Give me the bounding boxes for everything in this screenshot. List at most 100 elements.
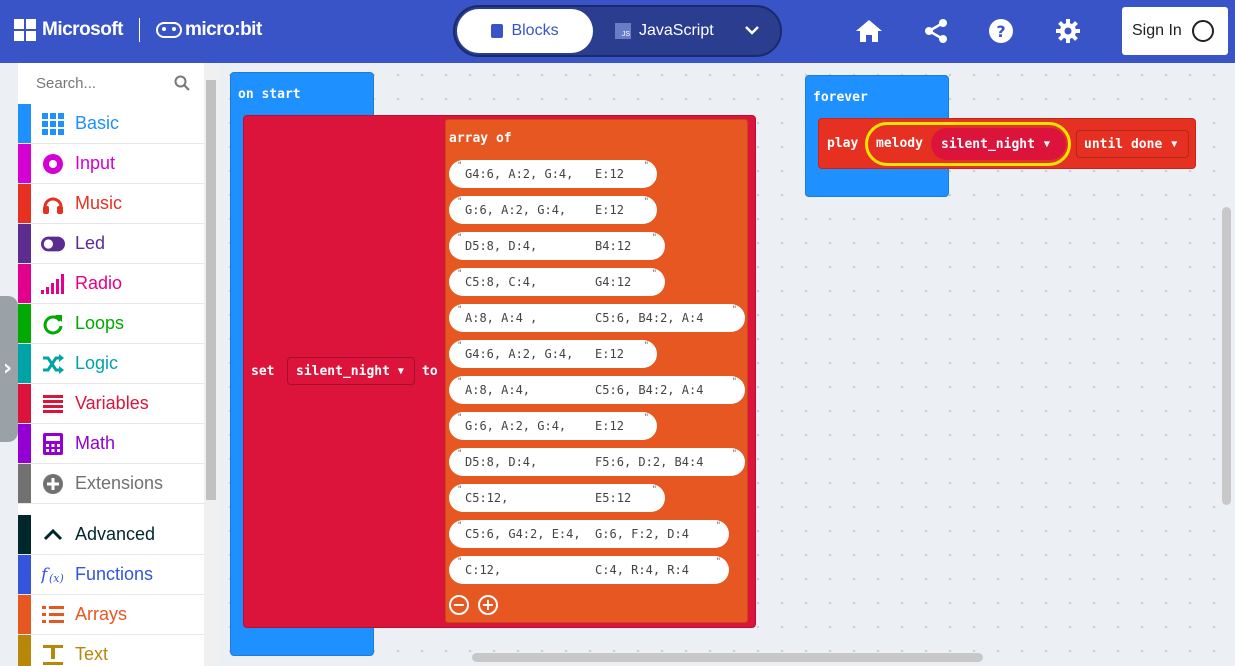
category-label: Arrays bbox=[75, 604, 128, 624]
string-input[interactable]: D5:8, D:4, F5:6, D:2, B4:4 bbox=[449, 448, 745, 476]
category-label: Radio bbox=[75, 273, 123, 293]
sign-in-button[interactable]: Sign In bbox=[1122, 7, 1228, 55]
chevron-down-icon[interactable] bbox=[745, 23, 759, 39]
share-icon[interactable] bbox=[921, 16, 951, 46]
toolbox: Search... Basic Input Music Led Radio Lo… bbox=[18, 63, 204, 666]
category-label: Extensions bbox=[75, 473, 164, 493]
category-label: Logic bbox=[75, 353, 119, 373]
set-label: set bbox=[251, 364, 275, 379]
category-math[interactable]: Math bbox=[18, 424, 204, 464]
category-label: Advanced bbox=[75, 524, 156, 544]
string-input[interactable]: A:8, A:4 , C5:6, B4:2, A:4 bbox=[449, 304, 745, 332]
numbered-list-icon bbox=[41, 603, 65, 627]
string-input[interactable]: G4:6, A:2, G:4, E:12 bbox=[449, 340, 657, 368]
add-item-plus-icon[interactable]: + bbox=[478, 595, 498, 615]
melody-label: melody bbox=[876, 136, 923, 151]
string-input[interactable]: C:12, C:4, R:4, R:4 bbox=[449, 556, 729, 584]
category-color-bar bbox=[18, 144, 31, 183]
dropdown-caret-icon: ▼ bbox=[1171, 138, 1178, 150]
category-logic[interactable]: Logic bbox=[18, 344, 204, 384]
category-radio[interactable]: Radio bbox=[18, 264, 204, 304]
chevron-right-icon[interactable]: › bbox=[3, 356, 12, 381]
category-loops[interactable]: Loops bbox=[18, 304, 204, 344]
string-input[interactable]: G:6, A:2, G:4, E:12 bbox=[449, 196, 657, 224]
variable-name: silent_night bbox=[296, 363, 390, 379]
category-label: Math bbox=[75, 433, 116, 453]
category-advanced[interactable]: Advanced bbox=[18, 515, 204, 555]
settings-gear-icon[interactable] bbox=[1053, 16, 1083, 46]
function-icon: f (x) bbox=[41, 563, 65, 587]
category-variables[interactable]: Variables bbox=[18, 384, 204, 424]
category-color-bar bbox=[18, 184, 31, 223]
category-color-bar bbox=[18, 304, 31, 343]
puzzle-icon bbox=[491, 24, 504, 38]
blocks-tab-label: Blocks bbox=[511, 22, 559, 39]
category-color-bar bbox=[18, 635, 31, 666]
javascript-tab[interactable]: JS JavaScript bbox=[615, 9, 714, 53]
category-label: Music bbox=[75, 193, 123, 213]
melody-value: silent_night bbox=[941, 136, 1035, 152]
microbit-logo: micro:bit bbox=[156, 19, 262, 41]
category-color-bar bbox=[18, 424, 31, 463]
category-color-bar bbox=[18, 104, 31, 143]
calculator-icon bbox=[41, 432, 65, 456]
plus-circle-icon bbox=[41, 472, 65, 496]
category-extensions[interactable]: Extensions bbox=[18, 464, 204, 504]
search-input[interactable]: Search... bbox=[18, 63, 204, 103]
category-label: Functions bbox=[75, 564, 154, 584]
microsoft-logo-icon bbox=[14, 19, 36, 41]
category-color-bar bbox=[18, 264, 31, 303]
sign-in-label: Sign In bbox=[1132, 22, 1182, 39]
svg-text:(x): (x) bbox=[49, 572, 64, 585]
string-input[interactable]: G4:6, A:2, G:4, E:12 bbox=[449, 160, 657, 188]
microbit-icon bbox=[156, 22, 182, 38]
string-input[interactable]: C5:6, G4:2, E:4, G:6, F:2, D:4 bbox=[449, 520, 729, 548]
string-input[interactable]: G:6, A:2, G:4, E:12 bbox=[449, 412, 657, 440]
chevron-up-icon bbox=[41, 523, 65, 547]
category-label: Variables bbox=[75, 393, 149, 413]
category-color-bar bbox=[18, 515, 31, 554]
toggle-icon bbox=[41, 232, 65, 256]
category-color-bar bbox=[18, 344, 31, 383]
workspace-horizontal-scrollbar[interactable] bbox=[472, 653, 983, 662]
svg-text:?: ? bbox=[996, 22, 1005, 41]
category-label: Text bbox=[75, 644, 109, 664]
play-mode-dropdown[interactable]: until done ▼ bbox=[1076, 130, 1189, 158]
string-input[interactable]: A:8, A:4, C5:6, B4:2, A:4 bbox=[449, 376, 745, 404]
category-color-bar bbox=[18, 224, 31, 263]
grid-icon bbox=[41, 112, 65, 136]
divider bbox=[139, 18, 140, 42]
string-input[interactable]: C5:12, E5:12 bbox=[449, 484, 665, 512]
product-name: micro:bit bbox=[185, 19, 262, 40]
brand[interactable]: Microsoft micro:bit bbox=[14, 18, 262, 42]
string-input[interactable]: D5:8, D:4, B4:12 bbox=[449, 232, 665, 260]
category-input[interactable]: Input bbox=[18, 144, 204, 184]
category-led[interactable]: Led bbox=[18, 224, 204, 264]
remove-item-minus-icon[interactable]: − bbox=[449, 595, 469, 615]
headphones-icon bbox=[41, 192, 65, 216]
string-input[interactable]: C5:8, C:4, G4:12 bbox=[449, 268, 665, 296]
category-music[interactable]: Music bbox=[18, 184, 204, 224]
signal-bars-icon bbox=[41, 272, 65, 296]
shuffle-icon bbox=[41, 352, 65, 376]
category-text[interactable]: Text bbox=[18, 635, 204, 666]
help-icon[interactable]: ? bbox=[986, 16, 1016, 46]
list-lines-icon bbox=[41, 392, 65, 416]
variable-dropdown[interactable]: silent_night ▼ bbox=[287, 357, 415, 385]
user-add-icon bbox=[1191, 20, 1214, 42]
category-basic[interactable]: Basic bbox=[18, 104, 204, 144]
workspace-vertical-scrollbar[interactable] bbox=[1222, 207, 1231, 505]
on-start-label: on start bbox=[238, 87, 301, 102]
category-arrays[interactable]: Arrays bbox=[18, 595, 204, 635]
blocks-tab[interactable]: Blocks bbox=[457, 9, 593, 53]
home-icon[interactable] bbox=[854, 16, 884, 46]
search-icon[interactable] bbox=[174, 75, 190, 95]
play-mode-value: until done bbox=[1084, 136, 1163, 152]
dropdown-caret-icon: ▼ bbox=[1043, 138, 1050, 150]
category-functions[interactable]: f (x) Functions bbox=[18, 555, 204, 595]
toolbox-scroll-thumb[interactable] bbox=[206, 80, 216, 500]
play-label: play bbox=[827, 136, 859, 151]
brand-name: Microsoft bbox=[42, 19, 124, 40]
category-label: Basic bbox=[75, 113, 120, 133]
melody-variable-dropdown[interactable]: silent_night ▼ bbox=[931, 128, 1066, 160]
